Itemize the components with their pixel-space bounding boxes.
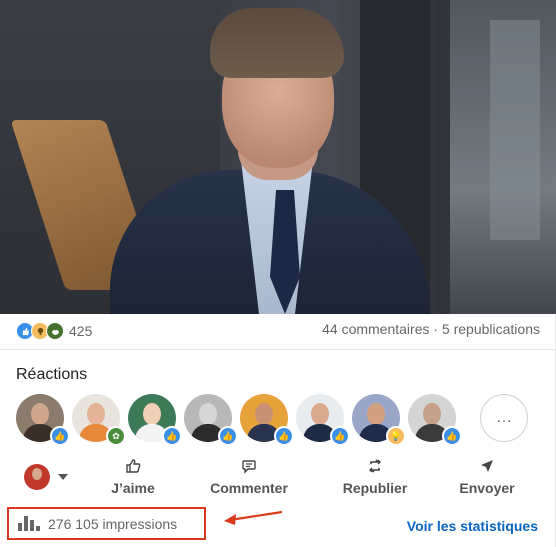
comment-label: Commenter	[210, 480, 288, 496]
caret-down-icon	[58, 474, 68, 480]
post-actions: J’aime Commenter Republier Envoyer	[0, 458, 556, 500]
like-icon: 👍	[330, 426, 350, 446]
send-label: Envoyer	[459, 480, 515, 496]
actor-switcher[interactable]	[24, 464, 68, 490]
like-icon: 👍	[274, 426, 294, 446]
like-button[interactable]: J’aime	[110, 458, 156, 496]
analytics-icon	[18, 516, 42, 531]
support-icon: ✿	[106, 426, 126, 446]
repost-button[interactable]: Republier	[341, 458, 409, 496]
comment-icon	[207, 458, 291, 476]
insightful-icon: 💡	[386, 426, 406, 446]
like-label: J’aime	[111, 480, 155, 496]
like-icon: 👍	[442, 426, 462, 446]
support-icon	[46, 322, 64, 340]
divider	[0, 349, 555, 350]
reactions-summary[interactable]: 425	[16, 321, 92, 341]
impressions-highlight[interactable]: 276 105 impressions	[7, 507, 206, 540]
view-statistics-link[interactable]: Voir les statistiques	[407, 518, 538, 534]
impressions-count: 276 105 impressions	[48, 515, 178, 532]
avatar	[24, 464, 50, 490]
comments-reposts-count[interactable]: 44 commentaires · 5 republications	[322, 321, 540, 337]
like-icon: 👍	[218, 426, 238, 446]
send-icon	[458, 458, 516, 476]
annotation-arrow	[224, 510, 283, 525]
social-counts: 425 44 commentaires · 5 republications	[16, 321, 540, 341]
background-window-light	[490, 20, 540, 240]
post-card: 425 44 commentaires · 5 republications R…	[0, 0, 556, 547]
comment-button[interactable]: Commenter	[207, 458, 291, 496]
person-hair	[210, 8, 344, 78]
reactions-heading: Réactions	[16, 366, 88, 383]
like-icon: 👍	[162, 426, 182, 446]
post-image[interactable]	[0, 0, 556, 314]
repost-label: Republier	[342, 480, 408, 496]
thumbs-up-icon	[110, 458, 156, 476]
send-button[interactable]: Envoyer	[458, 458, 516, 496]
repost-icon	[341, 458, 409, 476]
reactions-count[interactable]: 425	[69, 323, 92, 339]
like-icon: 👍	[50, 426, 70, 446]
more-reactions-button[interactable]: …	[480, 394, 528, 442]
